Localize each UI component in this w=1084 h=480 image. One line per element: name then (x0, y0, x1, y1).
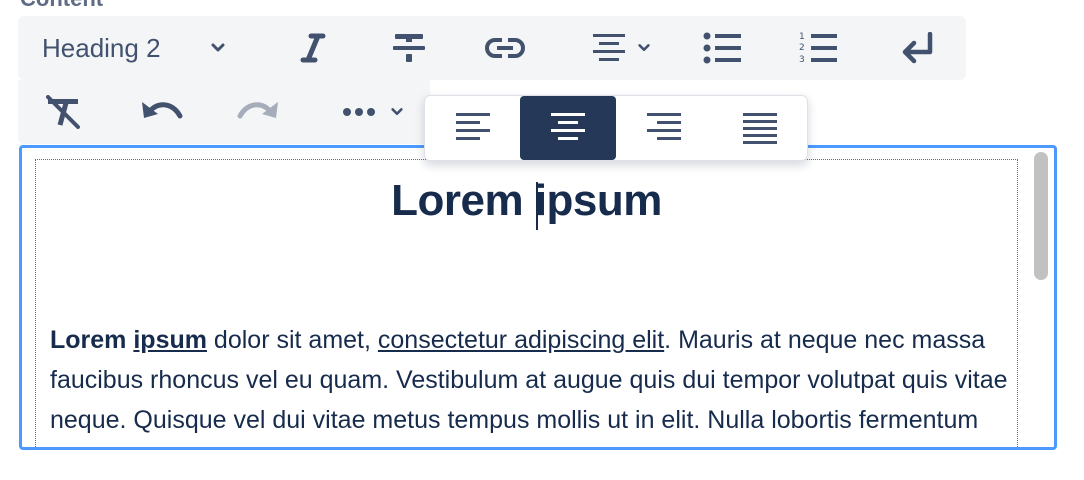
undo-button[interactable] (114, 80, 210, 144)
align-center-option[interactable] (520, 96, 616, 160)
align-right-icon (647, 113, 681, 140)
redo-button[interactable] (210, 80, 306, 144)
more-button[interactable] (318, 80, 428, 144)
align-center-icon (593, 34, 625, 61)
bullet-list-button[interactable] (678, 16, 768, 80)
align-center-icon (551, 113, 585, 140)
numbered-list-button[interactable]: 1 2 3 (774, 16, 864, 80)
strikethrough-icon (393, 34, 425, 62)
rich-text-editor[interactable]: Lorem ipsum Lorem ipsum dolor sit amet, … (19, 145, 1057, 450)
editor-content-area[interactable]: Lorem ipsum Lorem ipsum dolor sit amet, … (35, 159, 1020, 447)
heading-word-1: Lorem (391, 176, 524, 225)
svg-text:1: 1 (799, 32, 805, 42)
field-label: Content (20, 0, 103, 12)
heading-word-2: ipsum (534, 176, 663, 225)
chevron-down-icon (391, 108, 403, 116)
align-left-icon (456, 113, 490, 140)
toolbar-row-1: Heading 2 1 2 3 (18, 16, 966, 80)
align-dropdown-button[interactable] (566, 16, 676, 80)
link-icon (485, 36, 525, 60)
para-text-1: dolor sit amet, (206, 326, 378, 354)
clear-formatting-icon (46, 95, 80, 129)
redo-icon (237, 102, 278, 119)
hard-break-button[interactable] (870, 16, 966, 80)
align-justify-icon (743, 113, 777, 144)
align-right-option[interactable] (616, 96, 712, 160)
undo-icon (142, 102, 183, 119)
align-justify-option[interactable] (712, 96, 808, 160)
editor-scrollbar[interactable] (1034, 152, 1048, 280)
para-bold-underlined-word: ipsum (133, 326, 207, 354)
strikethrough-button[interactable] (364, 16, 454, 80)
editor-paragraph[interactable]: Lorem ipsum dolor sit amet, consectetur … (50, 320, 1020, 447)
numbered-list-icon: 1 2 3 (799, 32, 837, 65)
hard-break-icon (902, 32, 933, 64)
heading-select[interactable]: Heading 2 (28, 16, 238, 80)
more-icon (343, 108, 375, 116)
para-link[interactable]: consectetur adipiscing elit (378, 326, 664, 354)
italic-icon (300, 33, 326, 63)
clear-formatting-button[interactable] (18, 80, 108, 144)
align-left-option[interactable] (425, 96, 521, 160)
text-caret (536, 182, 538, 230)
link-button[interactable] (460, 16, 550, 80)
svg-text:3: 3 (799, 55, 805, 65)
italic-button[interactable] (268, 16, 358, 80)
chevron-down-icon (638, 44, 650, 52)
toolbar-row-2 (18, 80, 430, 144)
editor-heading[interactable]: Lorem ipsum (36, 176, 1017, 226)
svg-text:2: 2 (799, 43, 805, 53)
bullet-list-icon (703, 32, 741, 64)
chevron-down-icon (211, 43, 225, 52)
align-menu (424, 95, 808, 161)
heading-select-value: Heading 2 (42, 32, 161, 63)
para-bold-word: Lorem (50, 326, 127, 354)
